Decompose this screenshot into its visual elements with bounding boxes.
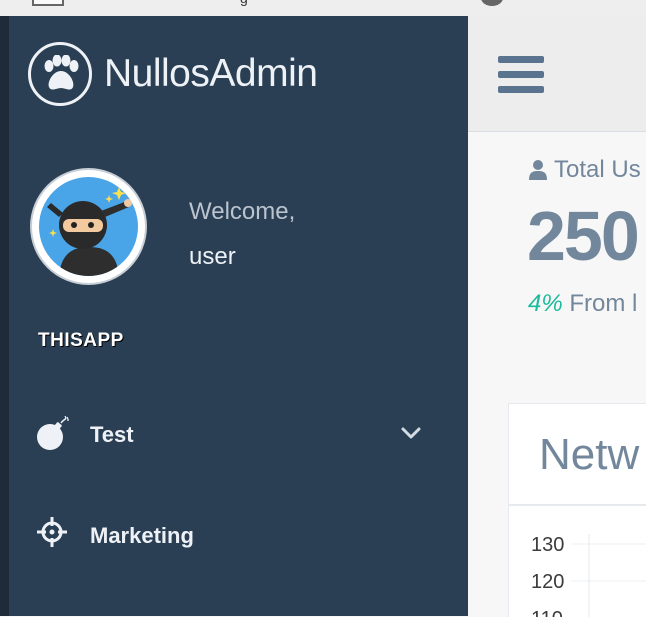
top-nav: [468, 16, 646, 132]
stat-change: 4% From l: [528, 290, 637, 318]
crosshairs-icon: [35, 517, 71, 553]
welcome-text: Welcome,: [189, 198, 296, 225]
window-left-edge: [0, 16, 9, 616]
tab-title-fragment: g: [240, 0, 248, 6]
network-activity-panel: Netw 130120110: [508, 403, 646, 617]
ninja-avatar: [39, 177, 138, 276]
stat-change-text: From l: [569, 290, 638, 317]
browser-top-strip: g: [0, 0, 646, 17]
menu-section-title: THISAPP: [38, 330, 124, 351]
y-axis-tick-label: 130: [531, 534, 564, 556]
username: user: [189, 243, 236, 270]
tab-favicon-icon: [481, 0, 503, 6]
sidebar-item-test[interactable]: Test: [9, 406, 468, 466]
hamburger-icon[interactable]: [498, 56, 544, 94]
sidebar: NullosAdmin Welcome, user THISAPP Test M…: [9, 16, 468, 616]
panel-divider: [509, 504, 646, 506]
window-control-icon: [32, 0, 64, 6]
brand-link[interactable]: NullosAdmin: [28, 42, 318, 106]
stat-change-percent: 4%: [528, 290, 563, 317]
avatar: [32, 170, 145, 283]
paw-icon: [28, 42, 92, 106]
user-icon: [529, 160, 547, 180]
y-axis-tick-label: 120: [531, 571, 564, 593]
sidebar-item-label: Test: [90, 422, 134, 447]
chevron-down-icon[interactable]: [399, 423, 423, 443]
sidebar-item-label: Marketing: [90, 523, 194, 548]
brand-name: NullosAdmin: [104, 52, 318, 95]
panel-title: Netw: [539, 430, 640, 479]
bomb-icon: [35, 415, 71, 452]
stat-count: 250: [527, 197, 640, 275]
stat-label-text: Total Us: [554, 156, 641, 183]
sidebar-item-marketing[interactable]: Marketing: [9, 507, 468, 567]
network-chart: 130120110: [509, 524, 646, 617]
stat-label: Total Us: [528, 156, 641, 184]
